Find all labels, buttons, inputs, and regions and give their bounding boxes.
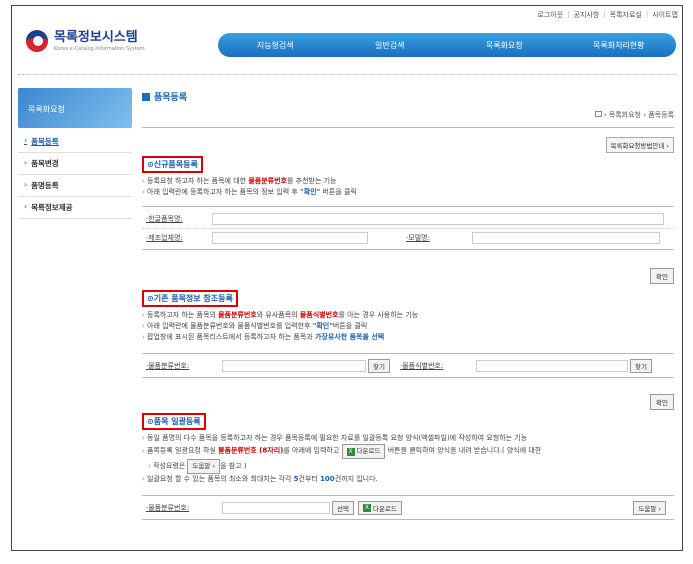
page-title: 품목등록 <box>142 90 674 103</box>
sidebar-item-name-register[interactable]: › 품명등록 <box>18 175 132 197</box>
model-input[interactable] <box>472 232 660 244</box>
archive-link[interactable]: 목록자료실 <box>610 10 642 20</box>
bulk-class-input[interactable] <box>222 501 330 514</box>
bulk-section: ⊙품목 일괄등록 동일 품명의 다수 품목을 등록하고자 하는 경우 품목등록에… <box>142 413 674 520</box>
nav-processing-status[interactable]: 목록화처리현황 <box>562 40 677 51</box>
item-name-input[interactable] <box>212 212 664 225</box>
new-item-form: ·한글품목명: ·제조업체명: ·모델명: <box>142 206 674 250</box>
new-item-section: ⊙신규품목등록 등록요청 하고자 하는 품목에 대한 물품분류번호를 추천받는 … <box>142 156 674 284</box>
section-title: ⊙신규품목등록 <box>142 156 203 173</box>
sidebar-item-register[interactable]: › 품목등록 <box>18 131 132 153</box>
logo-emblem-icon <box>26 30 48 52</box>
guide-button[interactable]: 목록화요청방법안내 › <box>605 137 674 153</box>
breadcrumb: › 목록화요청 › 품목등록 <box>594 110 674 120</box>
section-description: 등록하고자 하는 품목의 물품분류번호와 유사품목의 물품식별번호를 아는 경우… <box>142 310 674 343</box>
section-description: 동일 품명의 다수 품목을 등록하고자 하는 경우 품목등록에 필요한 자료를 … <box>142 433 674 485</box>
main-content: 품목등록 › 목록화요청 › 품목등록 목록화요청방법안내 › ⊙신규품목등록 … <box>142 90 674 520</box>
reference-section: ⊙기존 품목정보 참조등록 등록하고자 하는 품목의 물품분류번호와 유사품목의… <box>142 290 674 410</box>
inline-help-button[interactable]: 도움말 › <box>187 459 221 474</box>
header-divider <box>18 74 676 75</box>
help-button[interactable]: 도움말 › <box>633 500 666 515</box>
notice-link[interactable]: 공지사항 <box>574 10 600 20</box>
nav-catalog-request[interactable]: 목록화요청 <box>447 40 562 51</box>
inline-download-button[interactable]: X 다운로드 <box>341 444 386 459</box>
sidebar-title: 목록화요청 <box>18 88 132 128</box>
page-frame: 로그아웃 | 공지사항 | 목록자료실 | 사이트맵 목록정보시스템 Korea e-… <box>11 5 683 551</box>
title-square-icon <box>142 92 150 101</box>
ident-number-label: ·물품식별번호: <box>399 361 444 370</box>
nav-smart-search[interactable]: 지능형검색 <box>218 40 333 51</box>
bulk-class-label: ·물품분류번호: <box>146 503 190 512</box>
class-number-input[interactable] <box>222 359 366 372</box>
maker-label: ·제조업체명: <box>146 234 183 242</box>
logout-link[interactable]: 로그아웃 <box>537 10 563 20</box>
sidebar: 목록화요청 › 품목등록 › 품목변경 › 품명등록 › 목록정보제공 <box>18 88 132 219</box>
class-number-label: ·물품분류번호: <box>146 361 190 370</box>
logo-title: 목록정보시스템 <box>54 29 138 45</box>
site-logo[interactable]: 목록정보시스템 Korea e-Catalog Information Syst… <box>26 30 145 52</box>
model-label: ·모델명: <box>406 234 430 242</box>
logo-subtitle: Korea e-Catalog Information System <box>54 45 145 52</box>
sidebar-item-info-provide[interactable]: › 목록정보제공 <box>18 197 132 219</box>
download-button[interactable]: X 다운로드 <box>357 500 402 515</box>
item-name-label: ·한글품목명: <box>146 214 183 223</box>
section-title: ⊙품목 일괄등록 <box>142 413 206 430</box>
ident-number-input[interactable] <box>475 359 628 372</box>
select-button[interactable]: 선택 <box>332 500 354 515</box>
home-icon <box>594 111 602 117</box>
maker-input[interactable] <box>212 232 368 244</box>
section-title: ⊙기존 품목정보 참조등록 <box>142 290 238 307</box>
bulk-form: ·물품분류번호: 선택 X 다운로드 도움말 › <box>142 495 674 520</box>
find-button-1[interactable]: 찾기 <box>368 358 390 373</box>
sidebar-item-change[interactable]: › 품목변경 <box>18 153 132 175</box>
sitemap-link[interactable]: 사이트맵 <box>652 10 678 20</box>
reference-form: ·물품분류번호: 찾기 ·물품식별번호: 찾기 <box>142 353 674 378</box>
confirm-button-1[interactable]: 확인 <box>650 268 674 284</box>
find-button-2[interactable]: 찾기 <box>629 358 652 373</box>
title-divider <box>142 127 674 128</box>
utility-nav: 로그아웃 | 공지사항 | 목록자료실 | 사이트맵 <box>537 10 678 20</box>
section-description: 등록요청 하고자 하는 품목에 대한 물품분류번호를 추천받는 기능 아래 입력… <box>142 176 674 198</box>
nav-general-search[interactable]: 일반검색 <box>333 40 448 51</box>
confirm-button-2[interactable]: 확인 <box>650 394 674 410</box>
main-nav: 지능형검색 일반검색 목록화요청 목록화처리현황 <box>218 33 676 57</box>
excel-icon: X <box>362 503 371 512</box>
excel-icon: X <box>346 447 355 456</box>
